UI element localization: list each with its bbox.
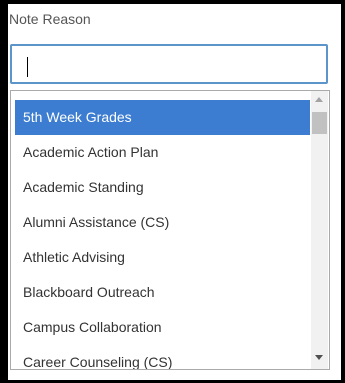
- option-academic-standing[interactable]: Academic Standing: [15, 170, 310, 205]
- note-reason-dropdown-list[interactable]: 5th Week Grades Academic Action Plan Aca…: [10, 90, 330, 370]
- option-athletic-advising[interactable]: Athletic Advising: [15, 240, 310, 275]
- scrollbar-thumb[interactable]: [312, 112, 327, 134]
- options-list: 5th Week Grades Academic Action Plan Aca…: [15, 100, 310, 369]
- note-reason-label: Note Reason: [9, 11, 91, 27]
- option-5th-week-grades[interactable]: 5th Week Grades: [15, 100, 310, 135]
- scroll-up-arrow-icon[interactable]: [315, 97, 323, 102]
- option-career-counseling[interactable]: Career Counseling (CS): [15, 345, 310, 369]
- note-reason-panel: Note Reason 5th Week Grades Academic Act…: [8, 4, 341, 380]
- note-reason-search-input[interactable]: [10, 44, 328, 84]
- text-caret: [27, 57, 28, 77]
- option-campus-collaboration[interactable]: Campus Collaboration: [15, 310, 310, 345]
- option-blackboard-outreach[interactable]: Blackboard Outreach: [15, 275, 310, 310]
- scroll-down-arrow-icon[interactable]: [315, 355, 323, 360]
- option-academic-action-plan[interactable]: Academic Action Plan: [15, 135, 310, 170]
- dropdown-scrollbar[interactable]: [311, 91, 328, 369]
- option-alumni-assistance[interactable]: Alumni Assistance (CS): [15, 205, 310, 240]
